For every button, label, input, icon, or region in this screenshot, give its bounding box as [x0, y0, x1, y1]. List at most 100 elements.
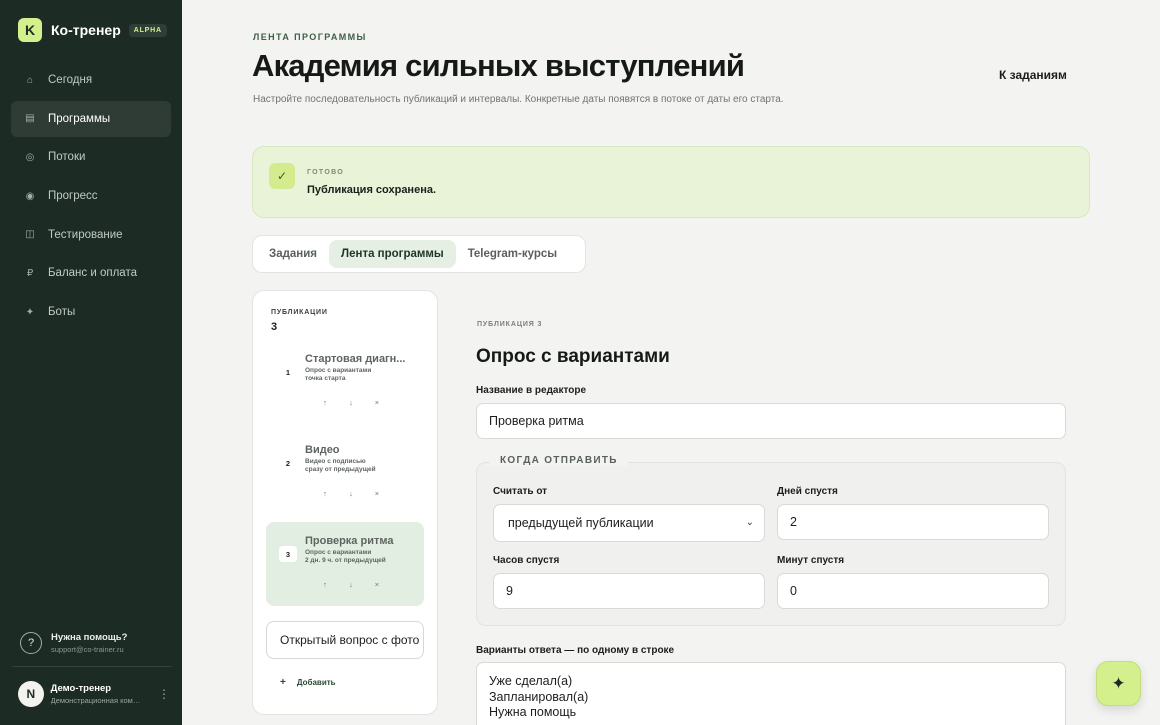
- publication-actions: ↑ ↓ ×: [312, 580, 390, 589]
- option-line: Уже сделал(а): [489, 674, 573, 688]
- publication-item[interactable]: 1 Стартовая диагн... Опрос с вариантами …: [266, 340, 424, 424]
- sidebar-item-label: Баланс и оплата: [48, 267, 137, 280]
- sidebar-item-label: Тестирование: [48, 228, 123, 241]
- count-from-label: Считать от: [493, 486, 548, 497]
- days-input[interactable]: 2: [777, 504, 1049, 540]
- page-eyebrow: ЛЕНТА ПРОГРАММЫ: [253, 32, 367, 42]
- move-up-icon[interactable]: ↑: [312, 580, 338, 589]
- back-to-tasks-link[interactable]: К заданиям: [999, 68, 1067, 82]
- alert-message: Публикация сохранена.: [307, 184, 437, 196]
- publication-timing: сразу от предыдущей: [305, 465, 376, 473]
- progress-icon: ◉: [25, 190, 35, 202]
- name-field-label: Название в редакторе: [476, 385, 587, 396]
- user-organization: Демонстрационная ком…: [50, 696, 141, 705]
- move-down-icon[interactable]: ↓: [338, 398, 364, 407]
- move-down-icon[interactable]: ↓: [338, 580, 364, 589]
- schedule-legend: КОГДА ОТПРАВИТЬ: [490, 455, 628, 466]
- sidebar-item-label: Потоки: [48, 151, 86, 164]
- sidebar-nav: ⌂ Сегодня ▤ Программы ◎ Потоки ◉ Прогрес…: [11, 62, 171, 333]
- tab-telegram-courses[interactable]: Telegram-курсы: [456, 240, 569, 268]
- publications-label: ПУБЛИКАЦИИ: [271, 309, 328, 316]
- name-field[interactable]: Проверка ритма: [476, 403, 1066, 439]
- delete-icon[interactable]: ×: [364, 580, 390, 589]
- sidebar-divider: [12, 666, 172, 667]
- move-up-icon[interactable]: ↑: [312, 489, 338, 498]
- minutes-input[interactable]: 0: [777, 573, 1049, 609]
- sidebar-item-billing[interactable]: ₽ Баланс и оплата: [11, 255, 171, 291]
- hours-label: Часов спустя: [493, 555, 560, 566]
- sidebar-item-label: Программы: [48, 112, 111, 125]
- publication-timing: точка старта: [305, 374, 346, 382]
- publication-subtitle: Видео с подписью сразу от предыдущей: [305, 458, 417, 473]
- publication-actions: ↑ ↓ ×: [312, 398, 390, 407]
- count-from-select[interactable]: предыдущей публикации ⌄: [493, 504, 765, 542]
- editor-eyebrow: ПУБЛИКАЦИЯ 3: [477, 321, 543, 328]
- home-icon: ⌂: [26, 74, 34, 86]
- sidebar-item-label: Сегодня: [48, 74, 93, 86]
- editor-title: Опрос с вариантами: [476, 346, 670, 367]
- help-title: Нужна помощь?: [51, 632, 128, 643]
- publication-title: Стартовая диагн...: [305, 353, 406, 365]
- delete-icon[interactable]: ×: [364, 398, 390, 407]
- chevron-down-icon: ⌄: [745, 517, 754, 528]
- plus-icon: +: [280, 677, 286, 688]
- move-down-icon[interactable]: ↓: [338, 489, 364, 498]
- add-publication-label: Добавить: [296, 678, 336, 687]
- add-publication-button[interactable]: + Добавить: [280, 677, 336, 688]
- publications-panel: ПУБЛИКАЦИИ 3 1 Стартовая диагн... Опрос …: [252, 290, 438, 715]
- question-icon: ?: [20, 632, 42, 654]
- assistant-button[interactable]: ✦: [1096, 661, 1141, 706]
- ruble-icon: ₽: [26, 267, 34, 279]
- publication-item-selected[interactable]: 3 Проверка ритма Опрос с вариантами 2 дн…: [266, 522, 424, 606]
- publication-type-select[interactable]: Открытый вопрос с фото: [266, 621, 424, 659]
- user-name: Демо-тренер: [50, 683, 112, 694]
- sidebar-item-progress[interactable]: ◉ Прогресс: [11, 178, 171, 214]
- sidebar: K Ко-тренер ALPHA ⌂ Сегодня ▤ Программы …: [0, 0, 182, 725]
- publication-subtitle: Опрос с вариантами точка старта: [305, 367, 417, 382]
- delete-icon[interactable]: ×: [364, 489, 390, 498]
- more-vertical-icon[interactable]: ⋮: [158, 687, 170, 701]
- minutes-label: Минут спустя: [777, 555, 845, 566]
- count-from-value: предыдущей публикации: [508, 516, 654, 530]
- options-label: Варианты ответа — по одному в строке: [476, 645, 675, 656]
- alpha-badge: ALPHA: [128, 23, 167, 37]
- sidebar-item-flows[interactable]: ◎ Потоки: [11, 139, 171, 175]
- user-profile[interactable]: N Демо-тренер Демонстрационная ком… ⋮: [18, 681, 170, 707]
- sparkle-icon: ✦: [25, 306, 35, 318]
- list-icon: ▤: [25, 113, 35, 125]
- tab-program-feed[interactable]: Лента программы: [329, 240, 456, 268]
- flow-icon: ◎: [25, 151, 35, 163]
- publication-actions: ↑ ↓ ×: [312, 489, 390, 498]
- publication-number: 3: [279, 546, 297, 562]
- publication-number: 1: [285, 367, 291, 377]
- tab-bar: Задания Лента программы Telegram-курсы: [252, 235, 586, 273]
- page-title: Академия сильных выступлений: [252, 48, 745, 83]
- page-description: Настройте последовательность публикаций …: [253, 94, 784, 105]
- sidebar-item-label: Прогресс: [48, 190, 98, 203]
- sparkle-icon: ✦: [1111, 673, 1126, 693]
- publication-item[interactable]: 2 Видео Видео с подписью сразу от предыд…: [266, 431, 424, 515]
- publication-title: Видео: [305, 444, 340, 456]
- avatar: N: [18, 681, 44, 707]
- publication-type: Видео с подписью: [305, 458, 366, 465]
- days-label: Дней спустя: [777, 486, 838, 497]
- sidebar-item-programs[interactable]: ▤ Программы: [11, 100, 171, 137]
- publication-number: 2: [285, 458, 291, 468]
- publications-count: 3: [271, 321, 278, 333]
- sidebar-item-bots[interactable]: ✦ Боты: [11, 294, 171, 330]
- support-email[interactable]: support@co-trainer.ru: [51, 645, 127, 654]
- tab-tasks[interactable]: Задания: [257, 240, 329, 268]
- publication-subtitle: Опрос с вариантами 2 дн. 9 ч. от предыду…: [305, 549, 417, 564]
- hours-input[interactable]: 9: [493, 573, 765, 609]
- move-up-icon[interactable]: ↑: [312, 398, 338, 407]
- sidebar-item-today[interactable]: ⌂ Сегодня: [11, 62, 171, 98]
- test-icon: ◫: [25, 229, 35, 241]
- publication-title: Проверка ритма: [305, 535, 394, 547]
- publication-type: Опрос с вариантами: [305, 367, 372, 374]
- alert-label: ГОТОВО: [307, 169, 344, 176]
- help-link[interactable]: ? Нужна помощь? support@co-trainer.ru: [20, 632, 127, 654]
- brand-name: Ко-тренер: [51, 22, 121, 38]
- sidebar-item-testing[interactable]: ◫ Тестирование: [11, 217, 171, 253]
- brand[interactable]: K Ко-тренер ALPHA: [18, 18, 167, 42]
- options-textarea[interactable]: Уже сделал(а) Запланировал(а) Нужна помо…: [476, 662, 1066, 725]
